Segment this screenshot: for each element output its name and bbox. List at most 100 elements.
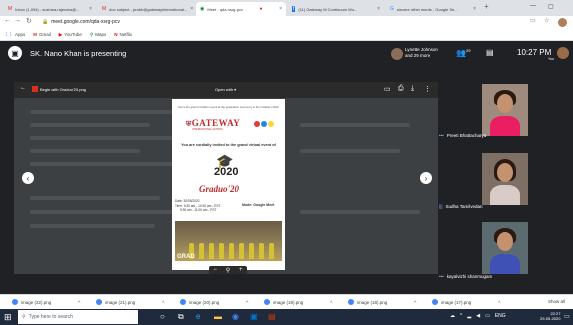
bookmark-netflix[interactable]: N Netflix — [114, 32, 132, 37]
store-icon[interactable]: ▣ — [250, 312, 258, 321]
chevron-up-icon[interactable]: ^ — [162, 300, 164, 305]
minimize-icon[interactable]: — — [530, 3, 536, 9]
people-icon[interactable]: 👥29 — [456, 48, 470, 58]
bookmark-apps[interactable]: ⋮⋮ Apps — [4, 32, 25, 38]
task-view-icon[interactable]: ⧉ — [178, 312, 184, 322]
profile-avatar[interactable] — [558, 18, 567, 27]
maps-pin-icon: ⚲ — [89, 31, 94, 37]
participant-name: ••• Preeti Bhattacharya — [439, 133, 487, 138]
image-file-icon — [432, 299, 438, 305]
speaking-icon: ||| — [439, 204, 443, 209]
event-details: Date: 30/05/2020 Time: 9:30 am - 10:30 am… — [175, 199, 221, 212]
recording-dot-icon: ● — [259, 6, 263, 12]
close-icon[interactable]: × — [279, 6, 282, 12]
office-icon[interactable]: ▤ — [268, 312, 276, 321]
back-arrow-icon[interactable]: ← — [20, 85, 26, 91]
download-item[interactable]: image (18).png ^ — [348, 299, 416, 305]
comment-icon[interactable]: ▭ — [384, 85, 391, 93]
placeholder-row — [30, 123, 150, 127]
tab-meet[interactable]: ◉ Meet - qda-xsrg-pcv ● × — [196, 2, 286, 16]
photo-figure — [209, 243, 214, 259]
event-mode: Mode: Google Meet — [242, 203, 275, 207]
event-title: Graduo'20 — [199, 184, 240, 194]
download-item[interactable]: image (20).png ^ — [180, 299, 248, 305]
taskbar-clock[interactable]: 22:27 29-05-2020 — [540, 311, 560, 321]
star-icon[interactable]: ☆ — [544, 17, 549, 24]
photo-caption: GRAD — [177, 254, 195, 260]
chevron-up-icon[interactable]: ^ — [460, 313, 462, 319]
participant-tile[interactable] — [482, 84, 528, 136]
chevron-up-icon[interactable]: ^ — [330, 300, 332, 305]
search-icon: ⚲ — [22, 314, 26, 320]
next-icon[interactable]: › — [420, 172, 432, 184]
chevron-up-icon[interactable]: ^ — [246, 300, 248, 305]
new-tab-button[interactable]: + — [484, 2, 489, 11]
chevron-up-icon[interactable]: ^ — [78, 300, 80, 305]
chrome-icon[interactable]: ◉ — [232, 312, 239, 321]
participants-summary[interactable]: Lynette Johnson and 29 more — [405, 47, 438, 59]
tab-label: Meet - qda-xsrg-pcv — [207, 6, 243, 12]
bookmark-youtube[interactable]: ▶ YouTube — [59, 32, 82, 38]
zoom-out-button[interactable]: − — [213, 267, 217, 273]
file-name: Begin with Graduo'20.png — [40, 87, 86, 92]
show-all-button[interactable]: Show all — [548, 299, 565, 304]
windows-start-icon[interactable]: ⊞ — [4, 312, 12, 323]
download-item[interactable]: image (19).png ^ — [264, 299, 332, 305]
close-icon[interactable]: × — [473, 6, 476, 12]
zoom-in-button[interactable]: + — [239, 267, 243, 273]
previous-icon[interactable]: ‹ — [22, 172, 34, 184]
tab-facebook[interactable]: f (11) Gateway M Continuum Wo... × — [288, 2, 384, 16]
download-item[interactable]: image (17).png ^ — [432, 299, 500, 305]
forward-icon[interactable]: → — [14, 17, 21, 24]
battery-icon[interactable]: ▭ — [485, 313, 490, 319]
url-text: meet.google.com/qda-xsrg-pcv — [51, 19, 120, 25]
cortana-icon[interactable]: ○ — [160, 312, 165, 321]
bookmark-gmail[interactable]: M Gmail — [33, 32, 51, 37]
image-file-icon — [32, 86, 38, 92]
chevron-up-icon[interactable]: ^ — [414, 300, 416, 305]
bookmark-maps[interactable]: ⚲ Maps — [90, 32, 106, 38]
cast-icon[interactable]: ▭ — [530, 17, 536, 24]
print-icon[interactable]: ⎙ — [398, 85, 404, 93]
tab-label: sincere other words - Google Se... — [396, 6, 458, 12]
tab-doc-subject[interactable]: Mdoc subject - prabh@gatewayinternationa… — [98, 2, 194, 16]
participant-tile[interactable] — [482, 153, 528, 205]
edge-icon[interactable]: e — [196, 312, 200, 321]
taskbar-search[interactable]: ⚲ Type here to search — [18, 310, 138, 324]
gmail-icon: M — [102, 6, 107, 12]
onedrive-icon[interactable]: ☁ — [450, 313, 455, 319]
chat-icon[interactable]: ▤ — [486, 48, 494, 57]
language-indicator[interactable]: ENG — [495, 313, 506, 319]
placeholder-row — [30, 162, 180, 166]
participant-tile[interactable] — [482, 222, 528, 274]
close-icon[interactable]: × — [377, 6, 380, 12]
photo-figure — [249, 243, 254, 259]
chevron-up-icon[interactable]: ^ — [498, 300, 500, 305]
back-icon[interactable]: ← — [4, 17, 11, 24]
self-avatar[interactable] — [557, 47, 569, 59]
volume-icon[interactable]: ◀ — [476, 313, 480, 319]
more-vert-icon[interactable]: ⋮ — [424, 85, 431, 93]
file-explorer-icon[interactable]: ▬ — [214, 312, 222, 321]
open-with-button[interactable]: Open with ▾ — [215, 87, 236, 92]
self-label: You — [548, 57, 554, 61]
invite-text: You are cordially invited to the grand v… — [181, 143, 276, 147]
accreditation-logos — [254, 121, 274, 127]
url-bar[interactable]: 🔒 meet.google.com/qda-xsrg-pcv — [42, 17, 492, 27]
close-icon[interactable]: × — [89, 6, 92, 12]
tab-gmail-inbox[interactable]: M Inbox (1,094) - sushma.rajendra@... × — [4, 2, 96, 16]
youtube-icon: ▶ — [58, 31, 63, 37]
close-icon[interactable]: × — [190, 6, 193, 12]
more-icon: ••• — [439, 274, 444, 279]
download-item[interactable]: image (22).png ^ — [12, 299, 80, 305]
google-icon: G — [390, 6, 394, 12]
facebook-icon: f — [292, 6, 296, 12]
tab-google-search[interactable]: Gsincere other words - Google Se... × — [386, 2, 480, 16]
download-icon[interactable]: ⤓ — [411, 85, 414, 93]
network-icon[interactable]: ▂ — [467, 313, 471, 319]
download-item[interactable]: image (21).png ^ — [96, 299, 164, 305]
reload-icon[interactable]: ↻ — [26, 17, 32, 25]
maximize-icon[interactable]: ▢ — [548, 3, 554, 10]
notifications-icon[interactable]: ▭ — [564, 313, 570, 320]
photo-figure — [199, 243, 204, 259]
